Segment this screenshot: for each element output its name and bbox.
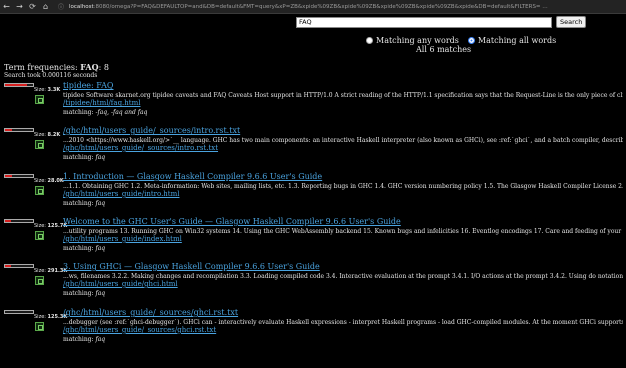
result-snippet: ...debugger (see :ref:`ghci-debugger`). …	[63, 319, 623, 326]
relevance-bar-fill	[5, 84, 28, 86]
result-url-link[interactable]: /ghc/html/users_guide/ghci.html	[63, 280, 178, 288]
matching-label: matching:	[63, 245, 94, 252]
result-title-link[interactable]: 3. Using GHCi — Glasgow Haskell Compiler…	[63, 262, 320, 271]
size-label: Size:	[34, 178, 46, 184]
term-frequencies-label: Term frequencies:	[4, 63, 78, 72]
matching-terms: faq	[95, 336, 106, 343]
result-matching: matching: faq	[63, 245, 105, 252]
cached-preview-icon[interactable]	[35, 322, 44, 331]
search-button[interactable]: Search	[556, 16, 587, 28]
result-snippet: ...utility programs 13. Running GHC on W…	[63, 228, 623, 235]
matching-terms: faq	[95, 154, 106, 161]
size-value: 28.0K	[47, 178, 64, 184]
search-time: Search took 0.000116 seconds	[4, 72, 98, 79]
result-title-link[interactable]: /ghc/html/users_guide/_sources/intro.rst…	[63, 126, 240, 135]
url-path: :8080/omega?P=FAQ&DEFAULTOP=and&DB=defau…	[93, 3, 548, 10]
relevance-bar-fill	[5, 265, 11, 267]
relevance-bar	[4, 264, 34, 268]
size-label: Size:	[34, 223, 46, 229]
match-mode-options: Matching any words Matching all words	[363, 36, 556, 45]
forward-icon[interactable]: →	[13, 0, 26, 13]
matching-label: matching:	[63, 336, 94, 343]
back-icon[interactable]: ←	[0, 0, 13, 13]
result-size: Size: 8.2K	[34, 132, 60, 138]
size-label: Size:	[34, 314, 46, 320]
cached-preview-icon[interactable]	[35, 95, 44, 104]
result-title-link[interactable]: 1. Introduction — Glasgow Haskell Compil…	[63, 172, 322, 181]
result-snippet: ...1.1. Obtaining GHC 1.2. Meta-informat…	[63, 183, 623, 190]
result-matching: matching: faq	[63, 200, 105, 207]
term-count: : 8	[98, 63, 109, 72]
result-url-link[interactable]: /ghc/html/users_guide/_sources/intro.rst…	[63, 144, 218, 152]
result-matching: matching: faq	[63, 336, 105, 343]
match-any-radio[interactable]	[366, 37, 373, 44]
relevance-bar	[4, 83, 34, 87]
cached-preview-icon[interactable]	[35, 186, 44, 195]
relevance-bar	[4, 219, 34, 223]
size-value: 3.3K	[47, 87, 61, 93]
search-input[interactable]: FAQ	[296, 16, 552, 28]
matching-terms: -faq, -faq and faq	[95, 109, 148, 116]
match-all-radio[interactable]	[467, 37, 475, 44]
result-matching: matching: faq	[63, 290, 105, 297]
home-icon[interactable]: ⌂	[39, 0, 52, 13]
size-label: Size:	[34, 132, 46, 138]
size-label: Size:	[34, 268, 46, 274]
match-count: All 6 matches	[416, 45, 472, 54]
size-value: 8.2K	[47, 132, 61, 138]
result-title-link[interactable]: tipidee: FAQ	[63, 81, 113, 90]
result-title-link[interactable]: /ghc/html/users_guide/_sources/ghci.rst.…	[63, 308, 238, 317]
search-form: FAQ Search	[296, 16, 587, 28]
result-url-link[interactable]: /ghc/html/users_guide/_sources/ghci.rst.…	[63, 326, 216, 334]
result-size: Size: 28.0K	[34, 178, 64, 184]
result-url-link[interactable]: /ghc/html/users_guide/intro.html	[63, 190, 180, 198]
relevance-bar-fill	[5, 175, 12, 177]
browser-toolbar: ← → ⟳ ⌂ ⓘ localhost:8080/omega?P=FAQ&DEF…	[0, 0, 626, 14]
term: FAQ	[80, 62, 99, 72]
cached-preview-icon[interactable]	[35, 231, 44, 240]
url-host: localhost	[69, 3, 94, 10]
term-frequencies: Term frequencies: FAQ: 8	[4, 62, 109, 72]
relevance-bar	[4, 310, 34, 314]
result-snippet: ...2010 <https://www.haskell.org/>`__ la…	[63, 137, 623, 144]
relevance-bar	[4, 174, 34, 178]
matching-terms: faq	[95, 245, 106, 252]
relevance-bar-fill	[5, 220, 12, 222]
reload-icon[interactable]: ⟳	[26, 0, 39, 13]
size-label: Size:	[34, 87, 46, 93]
result-url-link[interactable]: /ghc/html/users_guide/index.html	[63, 235, 182, 243]
matching-terms: faq	[95, 200, 106, 207]
result-snippet: tipidee Software skarnet.org tipidee cav…	[63, 92, 623, 99]
address-bar[interactable]: ⓘ localhost:8080/omega?P=FAQ&DEFAULTOP=a…	[58, 2, 578, 12]
page-info-icon[interactable]: ⓘ	[58, 2, 66, 11]
matching-label: matching:	[63, 200, 94, 207]
result-title-link[interactable]: Welcome to the GHC User's Guide — Glasgo…	[63, 217, 401, 226]
cached-preview-icon[interactable]	[35, 276, 44, 285]
relevance-bar-fill	[5, 129, 12, 131]
result-matching: matching: -faq, -faq and faq	[63, 109, 147, 116]
match-all-label[interactable]: Matching all words	[478, 36, 556, 45]
matching-label: matching:	[63, 154, 94, 161]
matching-terms: faq	[95, 290, 106, 297]
result-url-link[interactable]: /tipidee/html/faq.html	[63, 99, 140, 107]
matching-label: matching:	[63, 109, 94, 116]
relevance-bar	[4, 128, 34, 132]
match-any-label[interactable]: Matching any words	[376, 36, 459, 45]
matching-label: matching:	[63, 290, 94, 297]
result-size: Size: 3.3K	[34, 87, 60, 93]
cached-preview-icon[interactable]	[35, 140, 44, 149]
result-snippet: ...ws, filenames 3.2.2. Making changes a…	[63, 273, 623, 280]
result-matching: matching: faq	[63, 154, 105, 161]
